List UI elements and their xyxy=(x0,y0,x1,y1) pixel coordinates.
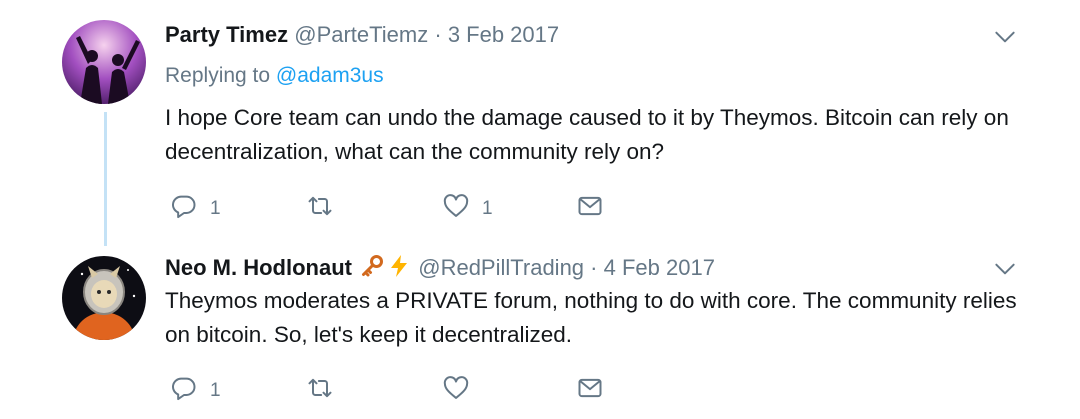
thread-line xyxy=(104,112,107,246)
retweet-button[interactable] xyxy=(306,372,346,404)
key-emoji xyxy=(360,254,384,285)
separator-dot: · xyxy=(590,255,598,280)
author-name[interactable]: Party Timez xyxy=(165,22,288,47)
tweet-text: I hope Core team can undo the damage cau… xyxy=(165,105,1009,164)
tweet[interactable]: Party Timez @ParteTiemz · 3 Feb 2017 Rep… xyxy=(0,0,1080,246)
tweet-date[interactable]: 4 Feb 2017 xyxy=(604,255,715,280)
author-name[interactable]: Neo M. Hodlonaut xyxy=(165,255,352,280)
direct-message-button[interactable] xyxy=(576,190,604,222)
chevron-down-icon[interactable] xyxy=(992,24,1018,50)
chevron-down-icon[interactable] xyxy=(992,256,1018,282)
like-icon xyxy=(443,376,469,399)
replying-to-label: Replying to xyxy=(165,64,271,87)
tweet-date[interactable]: 3 Feb 2017 xyxy=(448,22,559,47)
like-button[interactable]: 1 xyxy=(442,190,493,222)
direct-message-button[interactable] xyxy=(576,372,604,404)
reply-button[interactable]: 1 xyxy=(170,190,221,222)
retweet-icon xyxy=(308,378,332,398)
retweet-button[interactable] xyxy=(306,190,346,222)
reply-icon xyxy=(172,377,196,401)
mention-link[interactable]: @adam3us xyxy=(276,64,384,87)
like-count: 1 xyxy=(482,198,493,219)
author-handle[interactable]: @ParteTiemz xyxy=(294,22,428,47)
reply-icon xyxy=(172,195,196,219)
message-icon xyxy=(578,196,602,216)
reply-count: 1 xyxy=(210,198,221,219)
message-icon xyxy=(578,378,602,398)
separator-dot: · xyxy=(434,22,442,47)
tweet-header: Party Timez @ParteTiemz · 3 Feb 2017 xyxy=(165,21,559,49)
tweet-text: Theymos moderates a PRIVATE forum, nothi… xyxy=(165,288,1017,347)
author-handle[interactable]: @RedPillTrading xyxy=(418,255,584,280)
reply-button[interactable]: 1 xyxy=(170,372,221,404)
lightning-emoji xyxy=(388,254,410,285)
avatar[interactable] xyxy=(62,256,146,340)
replying-to: Replying to @adam3us xyxy=(165,62,384,90)
like-icon xyxy=(443,194,469,217)
tweet-header: Neo M. Hodlonaut @RedPillTrading · 4 Feb… xyxy=(165,254,715,285)
tweet[interactable]: Neo M. Hodlonaut @RedPillTrading · 4 Feb… xyxy=(0,236,1080,419)
avatar[interactable] xyxy=(62,20,146,104)
like-button[interactable] xyxy=(442,372,482,404)
reply-count: 1 xyxy=(210,380,221,401)
retweet-icon xyxy=(308,196,332,216)
